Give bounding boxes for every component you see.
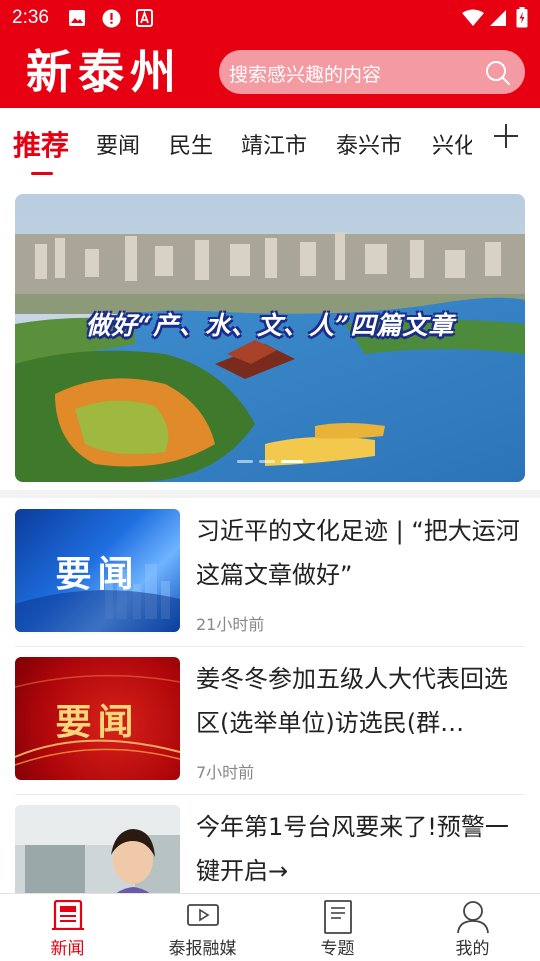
news-title[interactable]: 姜冬冬参加五级人大代表回选区(选举单位)访选民(群… [196,657,526,745]
banner-carousel[interactable]: 做好“产、水、文、人”四篇文章 [15,194,525,482]
tab-headlines[interactable]: 要闻 [96,128,140,160]
wifi-icon [462,9,484,31]
carousel-dot [259,460,275,463]
newspaper-icon [51,899,84,934]
app-header: 新泰州 搜索感兴趣的内容 [0,36,540,108]
tab-jingjiang[interactable]: 靖江市 [241,128,307,160]
user-icon [456,900,490,938]
news-title[interactable]: 习近平的文化足迹 | “把大运河这篇文章做好” [196,509,526,597]
bottom-nav: 新闻 泰报融媒 专题 我的 [0,893,540,961]
tab-recommend[interactable]: 推荐 [13,124,69,164]
font-icon [136,9,153,31]
news-item[interactable]: 要闻 姜冬冬参加五级人大代表回选区(选举单位)访选民(群… 7小时前 [0,647,540,795]
search-placeholder: 搜索感兴趣的内容 [229,64,382,86]
nav-news[interactable]: 新闻 [0,894,135,961]
news-item[interactable]: 今年第1号台风要来了!预警一键开启→ [0,795,540,893]
nav-news-label: 新闻 [50,939,85,959]
tab-xinghua[interactable]: 兴化 [432,128,472,160]
news-title[interactable]: 今年第1号台风要来了!预警一键开启→ [196,805,526,893]
nav-media[interactable]: 泰报融媒 [135,894,270,961]
news-thumbnail: 要闻 [15,509,180,632]
search-icon[interactable] [485,60,511,90]
category-tabs: 推荐 要闻 民生 靖江市 泰兴市 兴化 [0,108,540,182]
video-icon [186,904,219,932]
tab-taixing[interactable]: 泰兴市 [336,128,402,160]
thumbnail-label: 要闻 [55,552,140,595]
tab-livelihood[interactable]: 民生 [169,128,213,160]
nav-media-label: 泰报融媒 [168,939,237,959]
nav-topics-label: 专题 [320,939,355,959]
document-icon [323,900,353,938]
nav-profile[interactable]: 我的 [405,894,540,961]
thumbnail-label: 要闻 [55,700,140,743]
status-bar: 2:36 [0,0,540,36]
app-logo: 新泰州 [26,45,182,99]
signal-icon [489,9,507,31]
carousel-dot-active [281,460,303,463]
search-bar[interactable]: 搜索感兴趣的内容 [219,50,525,94]
thumbnail-photo [15,805,180,893]
carousel-dot [237,460,253,463]
news-item[interactable]: 要闻 习近平的文化足迹 | “把大运河这篇文章做好” 21小时前 [0,499,540,647]
section-divider [0,490,540,498]
alert-icon [102,9,121,32]
nav-topics[interactable]: 专题 [270,894,405,961]
news-thumbnail [15,805,180,893]
status-time: 2:36 [12,7,49,28]
news-time: 21小时前 [196,615,265,634]
news-time: 7小时前 [196,763,255,782]
tab-xinghua-clip: 兴化 [430,126,472,160]
banner-title: 做好“产、水、文、人”四篇文章 [85,311,455,340]
news-thumbnail: 要闻 [15,657,180,780]
image-icon [68,9,86,31]
active-tab-indicator [31,172,53,175]
carousel-indicator [15,448,525,467]
battery-icon [516,7,528,32]
nav-profile-label: 我的 [455,939,490,959]
add-channel-icon[interactable] [492,122,520,155]
